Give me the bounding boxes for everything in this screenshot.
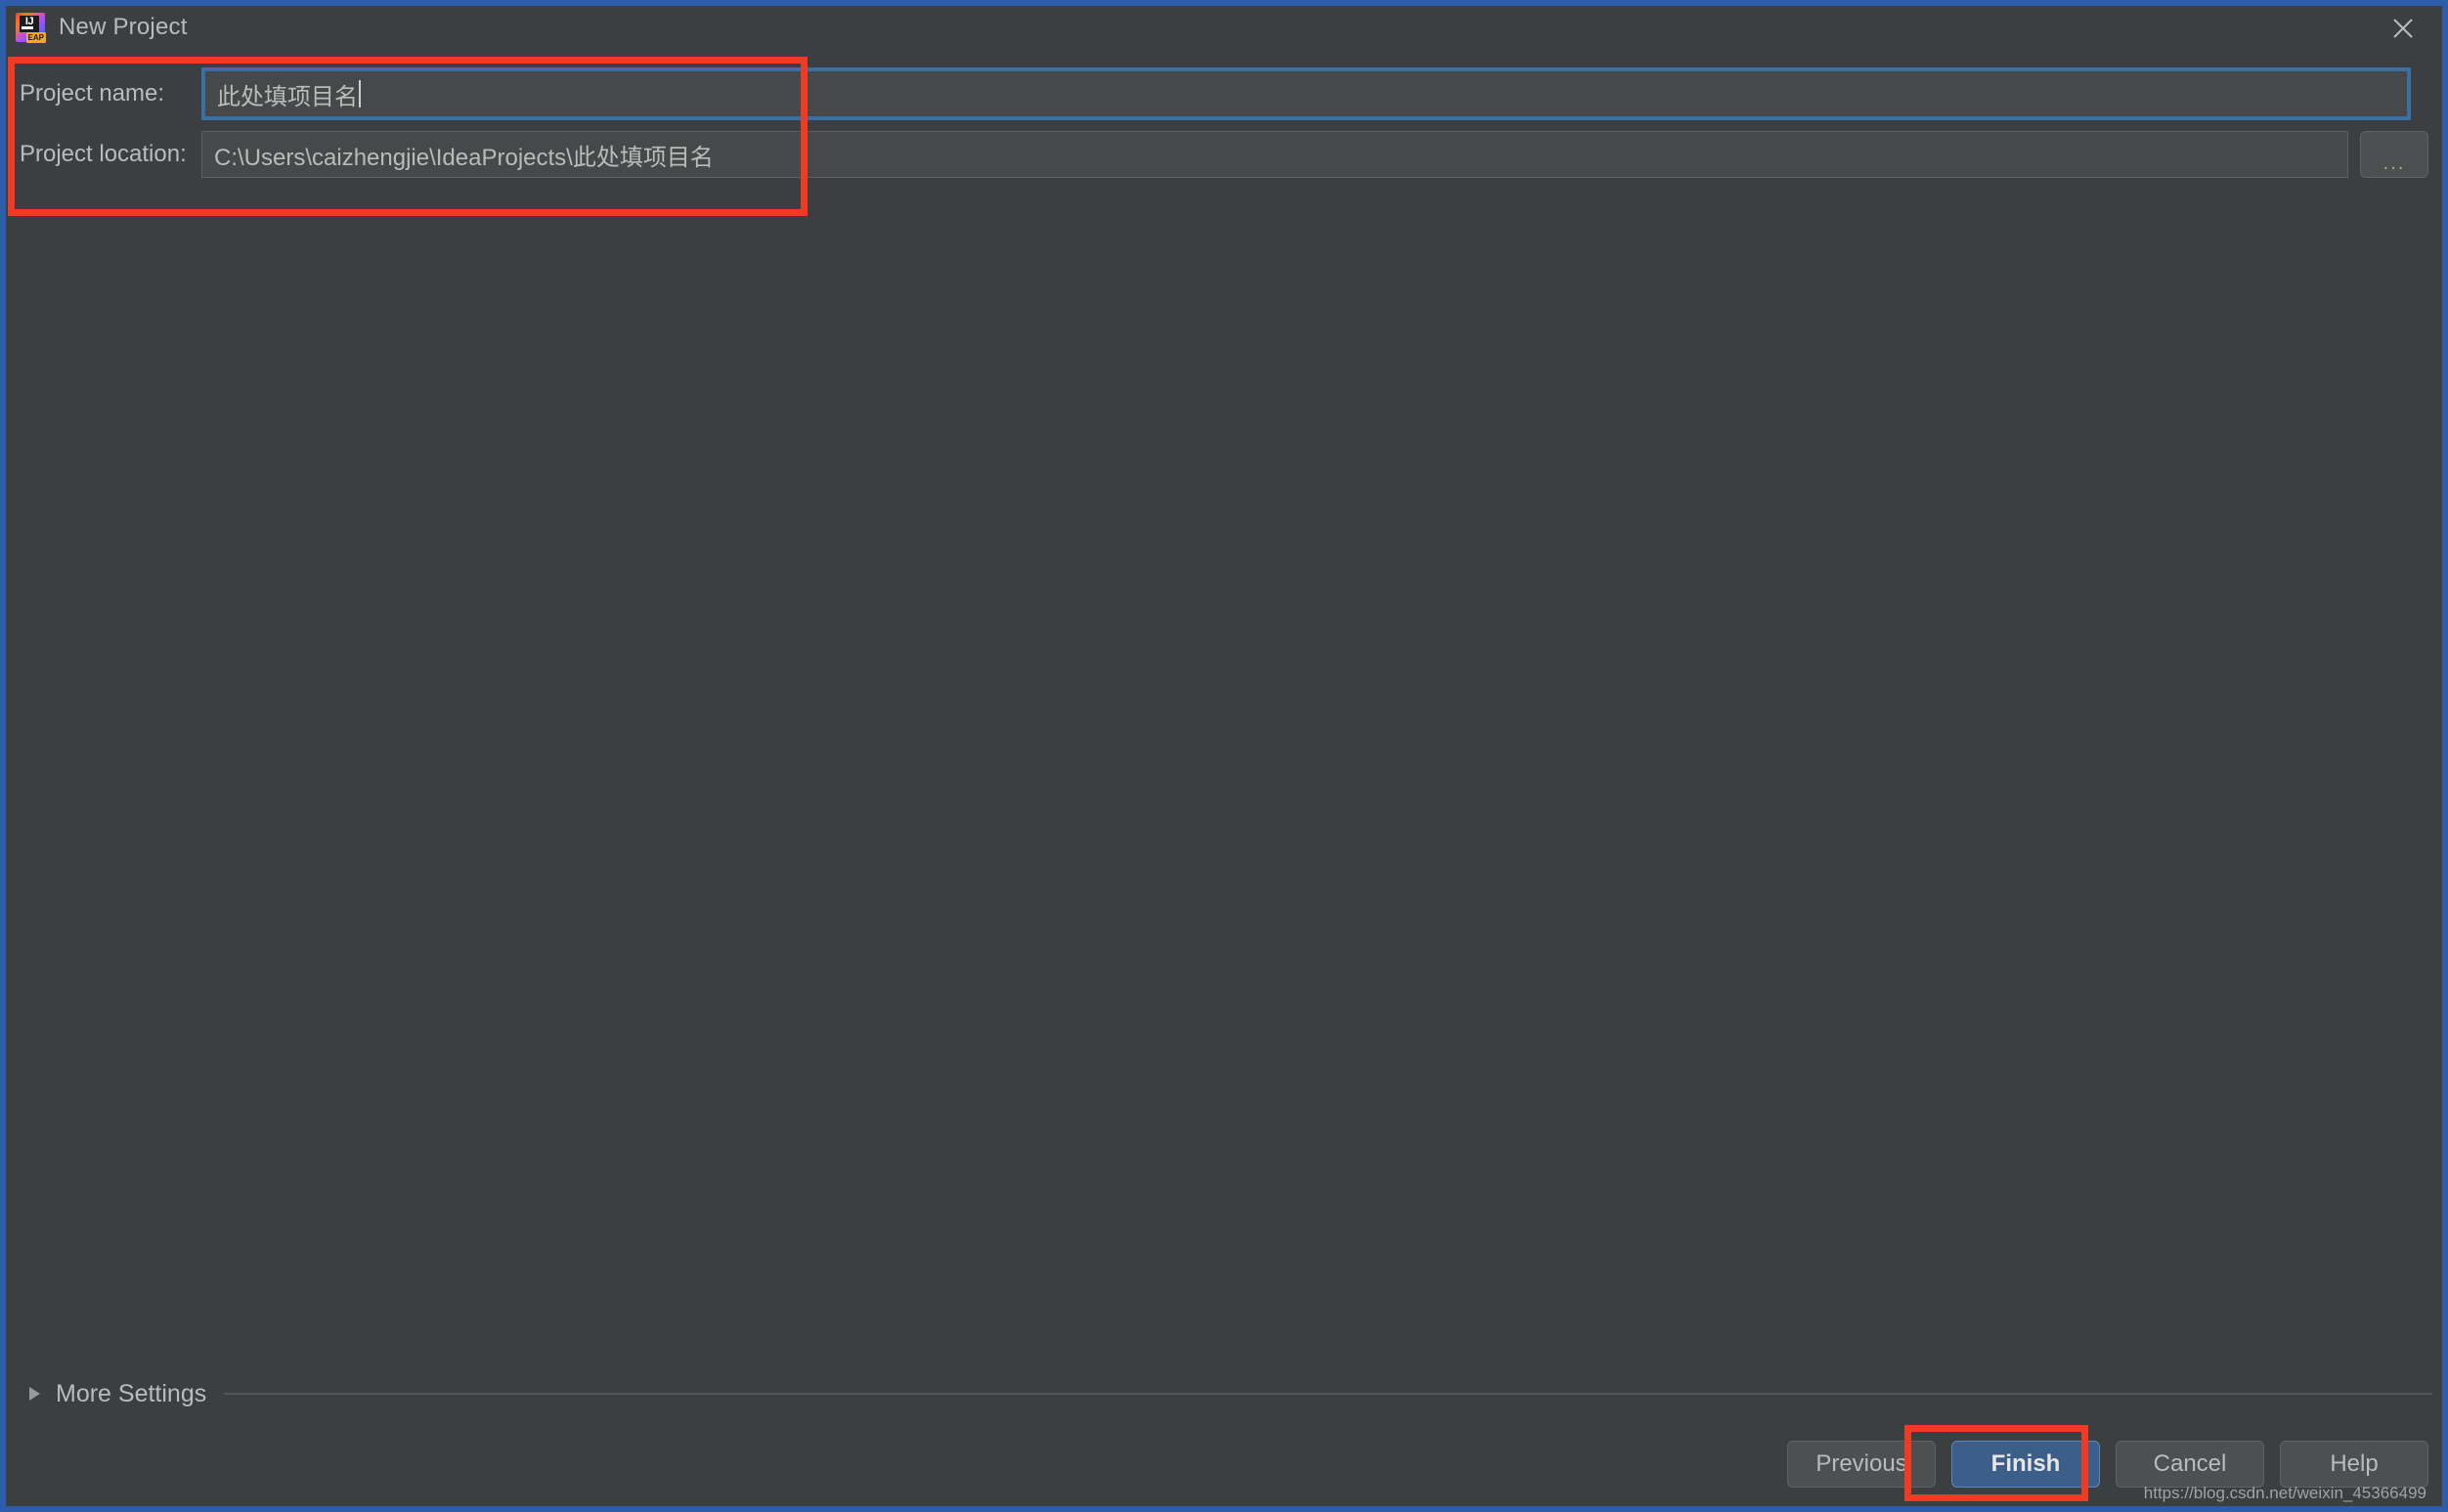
more-settings-section[interactable]: More Settings bbox=[6, 1374, 2442, 1413]
project-location-row: Project location: C:\Users\caizhengjie\I… bbox=[6, 127, 2442, 182]
project-name-value: 此处填项目名 bbox=[217, 83, 358, 110]
more-settings-separator bbox=[224, 1393, 2432, 1395]
close-button[interactable] bbox=[2385, 14, 2421, 43]
text-caret bbox=[359, 80, 361, 108]
watermark-url: https://blog.csdn.net/weixin_45366499 bbox=[2143, 1484, 2426, 1502]
browse-location-button[interactable]: ... bbox=[2360, 131, 2428, 178]
triangle-right-icon[interactable] bbox=[29, 1387, 40, 1401]
close-icon bbox=[2393, 19, 2413, 38]
project-name-row: Project name: 此处填项目名 bbox=[6, 66, 2442, 121]
window-title: New Project bbox=[59, 14, 188, 40]
app-icon-bar bbox=[22, 26, 33, 29]
app-icon-eap-badge: EAP bbox=[25, 32, 46, 43]
intellij-idea-eap-icon: IJ EAP bbox=[16, 13, 46, 43]
more-settings-label[interactable]: More Settings bbox=[56, 1380, 206, 1408]
project-location-label: Project location: bbox=[20, 141, 187, 167]
help-button[interactable]: Help bbox=[2280, 1441, 2428, 1488]
project-location-input[interactable]: C:\Users\caizhengjie\IdeaProjects\此处填项目名 bbox=[201, 131, 2348, 178]
project-name-input[interactable]: 此处填项目名 bbox=[201, 67, 2411, 120]
dialog-footer: Previous Finish Cancel Help bbox=[1787, 1441, 2428, 1488]
previous-button[interactable]: Previous bbox=[1787, 1441, 1936, 1488]
project-name-label: Project name: bbox=[20, 80, 165, 107]
title-bar: IJ EAP New Project bbox=[6, 6, 2442, 49]
ellipsis-icon: ... bbox=[2382, 152, 2406, 174]
new-project-dialog: IJ EAP New Project Project name: 此处填项目名 … bbox=[0, 0, 2448, 1512]
finish-button[interactable]: Finish bbox=[1951, 1441, 2100, 1488]
cancel-button[interactable]: Cancel bbox=[2116, 1441, 2264, 1488]
app-icon-letters: IJ bbox=[20, 16, 39, 32]
project-location-value: C:\Users\caizhengjie\IdeaProjects\此处填项目名 bbox=[214, 144, 714, 171]
project-form: Project name: 此处填项目名 Project location: C… bbox=[6, 53, 2442, 204]
